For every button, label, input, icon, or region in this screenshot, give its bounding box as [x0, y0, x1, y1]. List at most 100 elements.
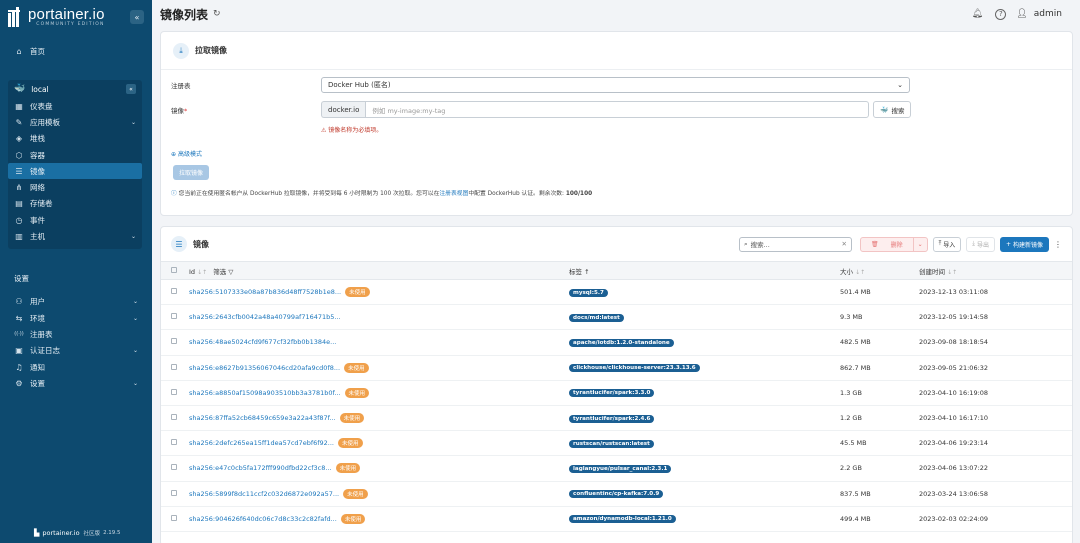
chevron-down-icon[interactable]: ⌄	[912, 237, 927, 251]
images-search[interactable]: ⌕ 搜索... ✕	[738, 236, 852, 252]
chevron-down-icon[interactable]: ⌄	[133, 315, 138, 322]
build-image-button[interactable]: + 构建新镜像	[999, 236, 1049, 252]
topbar: 镜像列表 ↻ 🔔︎ ? 👤︎ admin	[152, 0, 1080, 28]
sidebar-item-stacks[interactable]: ◈ 堆栈	[8, 131, 142, 147]
environment-collapse-button[interactable]: «	[126, 84, 136, 94]
select-all-checkbox[interactable]	[171, 266, 177, 273]
column-tag[interactable]: 标签	[569, 268, 582, 276]
image-tag-badge: tyrantlucifer/spark:2.4.6	[569, 414, 655, 423]
image-size: 2.2 GB	[840, 464, 862, 473]
upload-icon: ⤒	[938, 240, 942, 247]
delete-button[interactable]: 🗑︎ 删除 ⌄	[859, 236, 928, 252]
image-tag-badge: confluentinc/cp-kafka:7.0.9	[569, 490, 664, 499]
image-id-link[interactable]: sha256:e47c0cb5fa172fff990dfbd22cf3c8...	[189, 464, 332, 472]
row-checkbox[interactable]	[171, 388, 177, 395]
column-created[interactable]: 创建时间	[919, 268, 945, 276]
chevron-down-icon[interactable]: ⌄	[131, 119, 136, 126]
image-id-link[interactable]: sha256:48ae5024cfd9f677cf32fbb0b1384e...	[189, 338, 336, 346]
sidebar-item-images[interactable]: ☰ 镜像	[8, 163, 142, 180]
sidebar: portainer.io COMMUNITY EDITION « ⌂ 首页 🐳 …	[0, 0, 152, 543]
user-menu[interactable]: 👤︎ admin	[1016, 9, 1062, 19]
chevron-down-icon[interactable]: ⌄	[133, 347, 138, 354]
environments-icon: ⇆	[15, 313, 23, 323]
sidebar-item-templates[interactable]: ✎ 应用模板 ⌄	[8, 114, 142, 130]
registries-link[interactable]: 注册表视图	[439, 191, 468, 197]
chevron-down-icon[interactable]: ⌄	[133, 380, 138, 387]
image-size: 9.3 MB	[840, 313, 863, 322]
row-checkbox[interactable]	[171, 439, 177, 446]
trash-icon: 🗑︎	[870, 240, 879, 248]
refresh-icon[interactable]: ↻	[213, 9, 221, 19]
chevron-down-icon[interactable]: ⌄	[133, 298, 138, 305]
images-table: Id ↓↑ 筛选 ▽ 标签 ↑ 大小 ↓↑ 创建时间 ↓↑ sha256:510…	[161, 261, 1072, 532]
sidebar-item-events[interactable]: ◷ 事件	[8, 212, 142, 228]
sidebar-item-home[interactable]: ⌂ 首页	[0, 42, 152, 60]
registry-select[interactable]: Docker Hub (匿名) ⌄	[321, 77, 910, 93]
sidebar-collapse-button[interactable]: «	[130, 10, 144, 24]
sort-icon[interactable]: ↓↑	[947, 269, 957, 276]
column-id[interactable]: Id	[189, 268, 195, 276]
image-created: 2023-04-10 16:17:10	[919, 414, 989, 423]
row-checkbox[interactable]	[171, 363, 177, 370]
sort-icon[interactable]: ↓↑	[855, 269, 865, 276]
sidebar-item-networks[interactable]: ⋔ 网络	[8, 179, 142, 195]
sidebar-item-settings[interactable]: ⚙ 设置 ⌄	[8, 375, 144, 391]
sort-icon[interactable]: ↓↑	[197, 269, 207, 276]
chevron-down-icon[interactable]: ⌄	[131, 233, 136, 240]
image-id-link[interactable]: sha256:904626f640dc06c7d8c33c2c82fafd...	[189, 515, 337, 523]
host-icon: ▥	[15, 232, 23, 242]
more-options-icon[interactable]: ⋮	[1054, 240, 1062, 249]
import-button[interactable]: ⤒ 导入	[932, 236, 962, 252]
home-icon: ⌂	[16, 46, 22, 56]
sidebar-item-dashboard[interactable]: ▦ 仪表盘	[8, 98, 142, 114]
pull-image-button[interactable]: 拉取镜像	[173, 165, 209, 180]
export-button[interactable]: ⤓ 导出	[966, 236, 995, 252]
sidebar-item-host[interactable]: ▥ 主机 ⌄	[8, 228, 142, 244]
row-checkbox[interactable]	[171, 414, 177, 421]
column-size[interactable]: 大小	[840, 268, 853, 276]
image-size: 499.4 MB	[840, 514, 871, 523]
advanced-mode-link[interactable]: ⊕ 高级模式	[171, 149, 202, 158]
volumes-icon: ▤	[15, 199, 23, 209]
row-checkbox[interactable]	[171, 514, 177, 521]
unused-badge: 未使用	[335, 463, 361, 474]
bell-icon[interactable]: 🔔︎	[969, 6, 985, 22]
row-checkbox[interactable]	[171, 288, 177, 295]
image-size: 837.5 MB	[840, 489, 871, 498]
sidebar-item-notifications[interactable]: ♫ 通知	[8, 359, 144, 375]
row-checkbox[interactable]	[171, 464, 177, 471]
sidebar-item-auth-logs[interactable]: ▣ 认证日志 ⌄	[8, 343, 144, 359]
unused-badge: 未使用	[344, 387, 370, 398]
image-id-link[interactable]: sha256:2defc265ea15ff1dea57cd7ebf6f92...	[189, 439, 334, 447]
row-checkbox[interactable]	[171, 489, 177, 496]
filter-icon[interactable]: ▽	[228, 268, 233, 276]
images-icon: ☰	[15, 166, 23, 176]
containers-icon: ⬡	[15, 150, 23, 160]
image-id-link[interactable]: sha256:2643cfb0042a48a40799af716471b5...	[189, 313, 341, 321]
image-id-link[interactable]: sha256:e8627b91356067046cd20afa9cd0f8...	[189, 364, 340, 372]
sidebar-item-containers[interactable]: ⬡ 容器	[8, 147, 142, 163]
search-image-button[interactable]: 🐳 搜索	[873, 101, 912, 118]
row-checkbox[interactable]	[171, 313, 177, 320]
environment-header[interactable]: 🐳 local «	[8, 80, 142, 98]
row-checkbox[interactable]	[171, 338, 177, 345]
close-icon[interactable]: ✕	[841, 240, 846, 248]
images-search-input[interactable]: 搜索...	[751, 239, 770, 249]
column-filter[interactable]: 筛选	[213, 268, 226, 276]
sort-asc-icon[interactable]: ↑	[584, 268, 589, 276]
image-id-link[interactable]: sha256:5899f8dc11ccf2c032d6872e092a57...	[189, 490, 339, 498]
image-id-link[interactable]: sha256:87ffa52cb68459c659e3a22a43f87f...	[189, 414, 336, 422]
help-icon[interactable]: ?	[995, 8, 1007, 20]
image-input[interactable]: 例如 my-image:my-tag	[365, 101, 870, 118]
search-icon: ⌕	[743, 239, 748, 248]
sidebar-item-users[interactable]: ⚇ 用户 ⌄	[8, 294, 144, 310]
portainer-logo-icon	[8, 7, 22, 27]
download-icon: ⤓	[972, 240, 975, 247]
sidebar-item-volumes[interactable]: ▤ 存储卷	[8, 196, 142, 212]
sidebar-item-registries[interactable]: ((·)) 注册表	[8, 326, 144, 342]
table-row: sha256:2643cfb0042a48a40799af716471b5...…	[161, 305, 1072, 330]
pull-panel-title: 拉取镜像	[195, 46, 227, 55]
sidebar-item-environments[interactable]: ⇆ 环境 ⌄	[8, 310, 144, 326]
image-id-link[interactable]: sha256:5107333e08a87b836d48ff7528b1e8...	[189, 288, 341, 296]
image-id-link[interactable]: sha256:a8850af15098a903510bb3a3781b0f...	[189, 389, 341, 397]
